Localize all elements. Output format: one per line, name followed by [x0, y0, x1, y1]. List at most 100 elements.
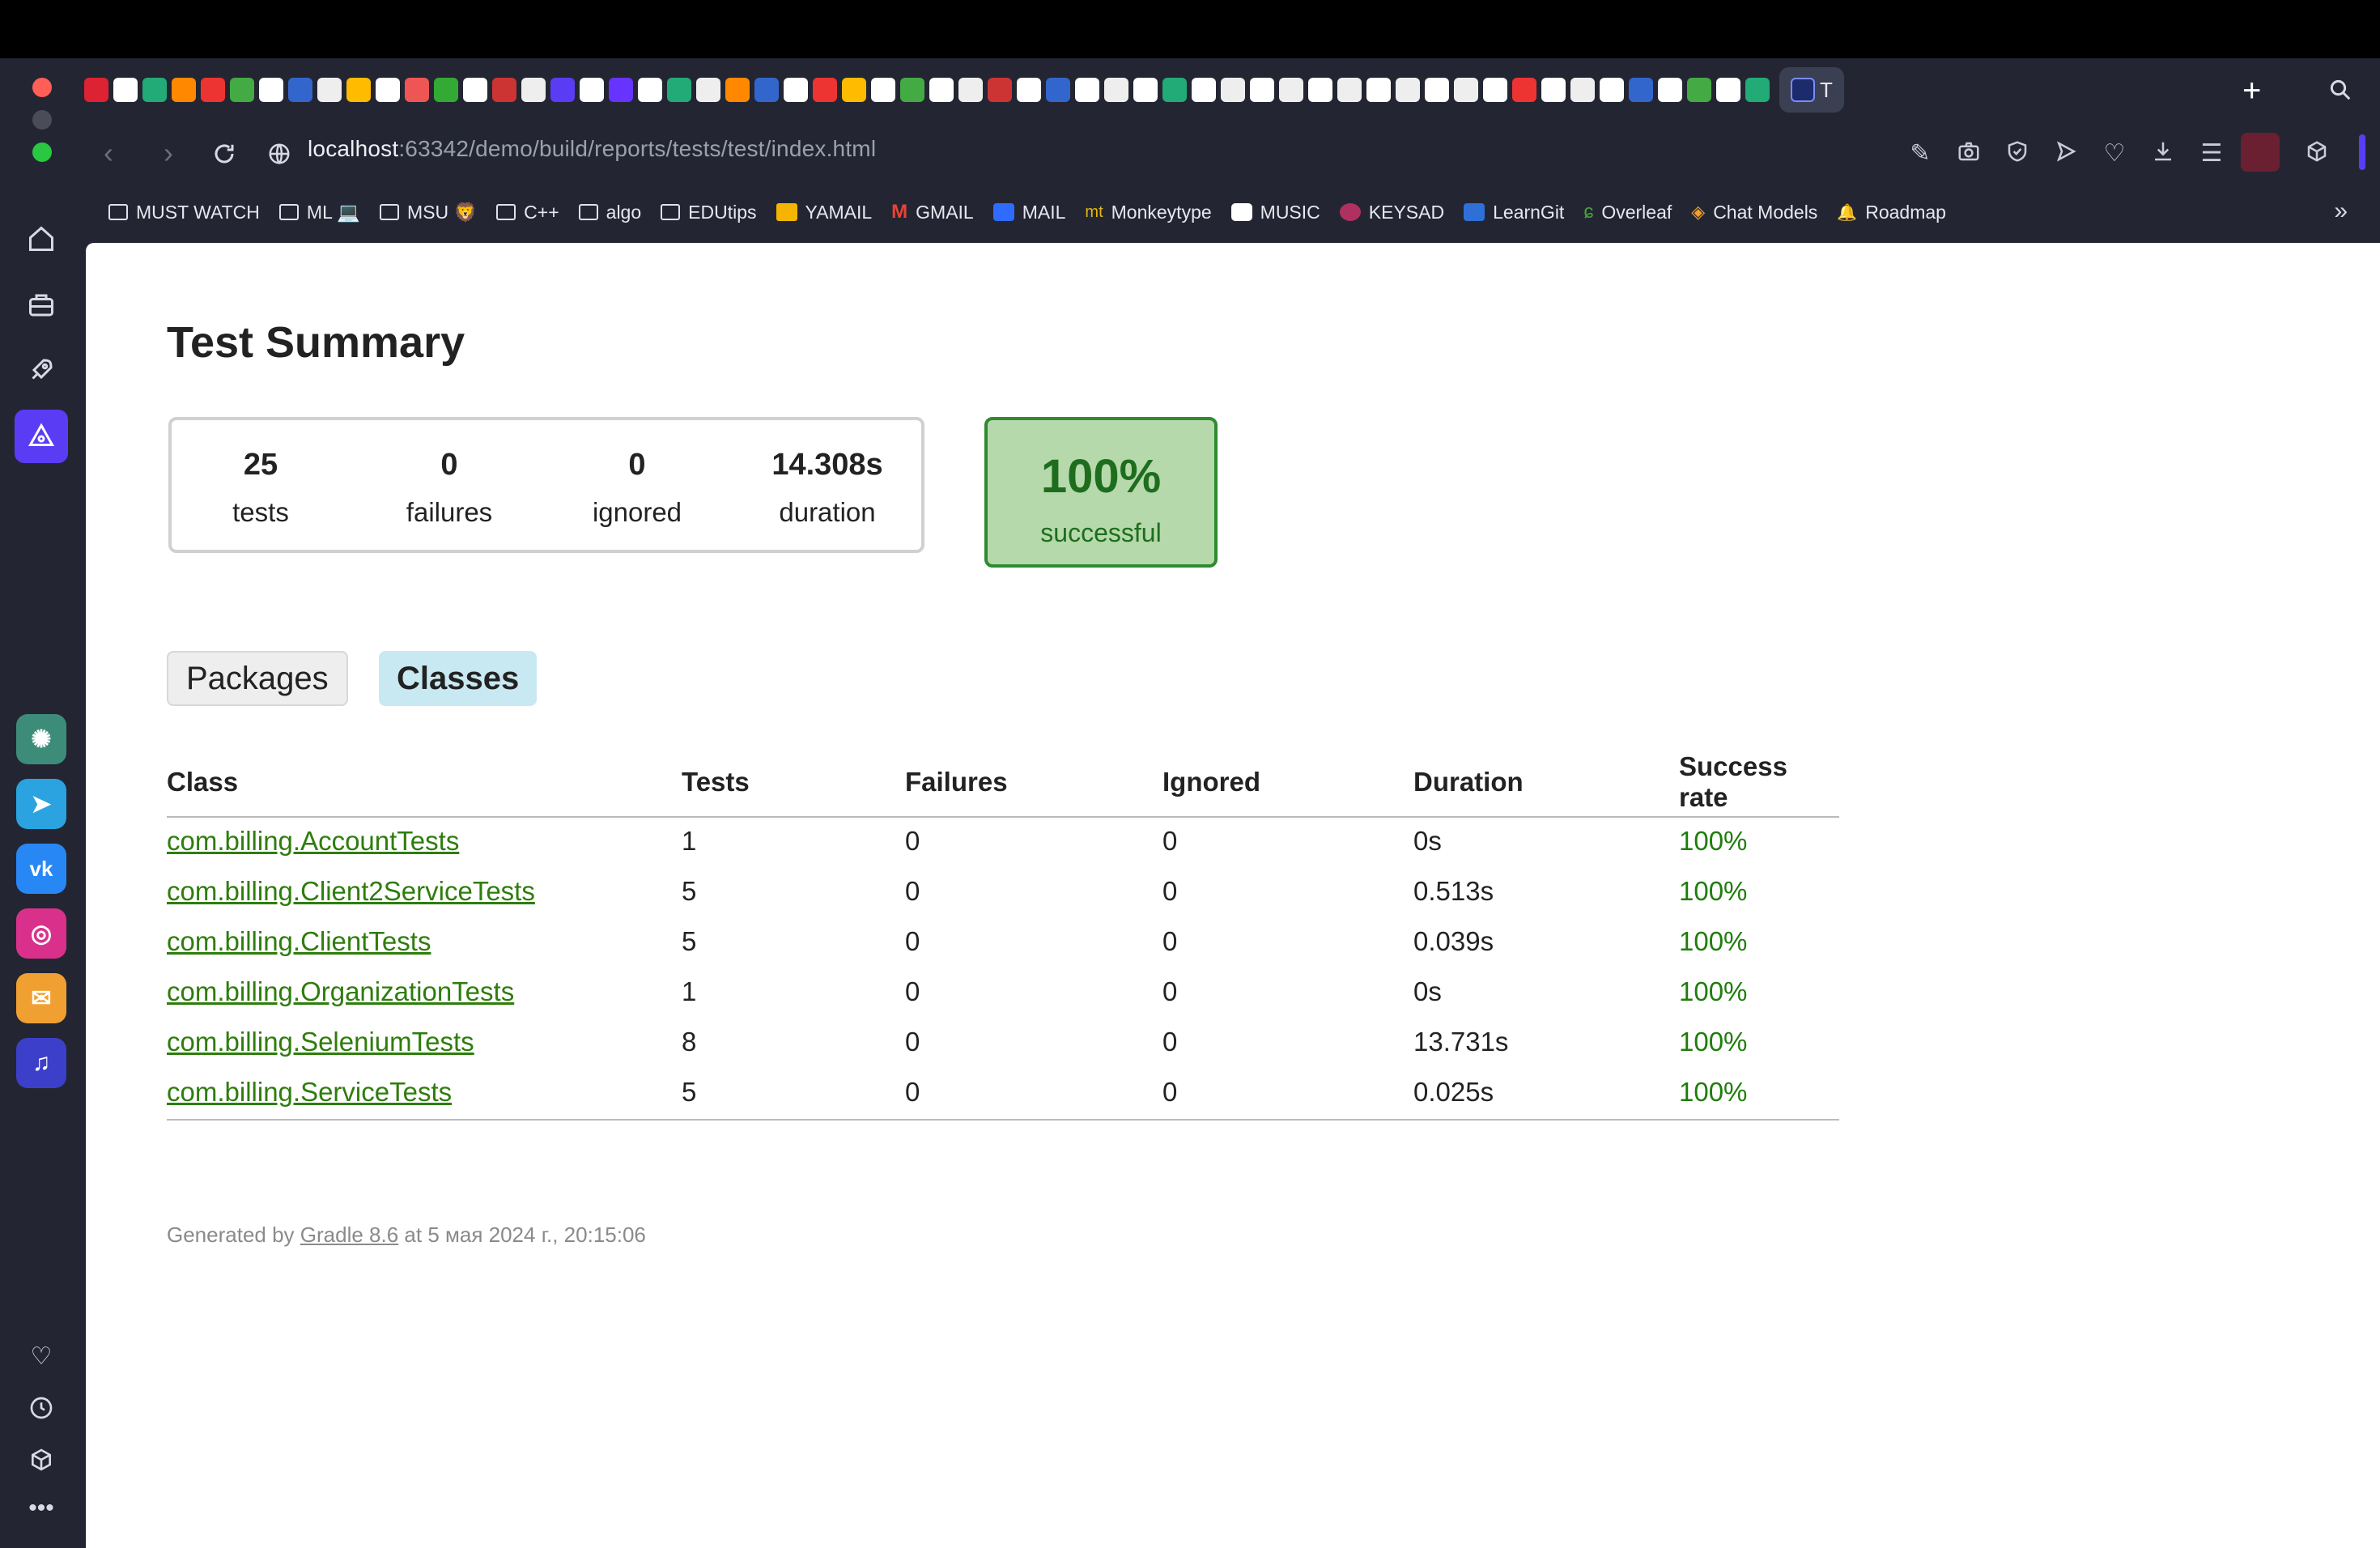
back-arrow-icon[interactable]: ‹ — [104, 136, 113, 170]
tab-favicon[interactable] — [1541, 78, 1566, 102]
site-info-globe-icon[interactable] — [267, 139, 291, 173]
bookmark-gmail[interactable]: M GMAIL — [891, 201, 974, 223]
downloads-icon[interactable] — [2148, 139, 2178, 168]
tab-favicon[interactable] — [1133, 78, 1158, 102]
zoom-window-button[interactable] — [32, 142, 52, 162]
bookmark-keysad[interactable]: KEYSAD — [1339, 202, 1444, 223]
close-window-button[interactable] — [32, 78, 52, 97]
tab-favicon[interactable] — [638, 78, 662, 102]
bookmark-algo[interactable]: algo — [578, 202, 641, 223]
briefcase-icon[interactable] — [15, 279, 68, 332]
tab-favicon[interactable] — [1745, 78, 1770, 102]
chatgpt-icon[interactable]: ✺ — [16, 714, 66, 764]
tab-favicon[interactable] — [929, 78, 954, 102]
tab-favicon[interactable] — [201, 78, 225, 102]
tab-favicon[interactable] — [288, 78, 312, 102]
tab-favicon[interactable] — [958, 78, 983, 102]
tab-favicon[interactable] — [580, 78, 604, 102]
tab-favicon[interactable] — [667, 78, 691, 102]
bookmark-monkeytype[interactable]: mt Monkeytype — [1085, 202, 1211, 223]
tab-favicon[interactable] — [900, 78, 924, 102]
minimize-window-button[interactable] — [32, 110, 52, 130]
bookmark-learngit[interactable]: LearnGit — [1464, 202, 1564, 223]
reload-icon[interactable] — [212, 139, 236, 173]
history-clock-icon[interactable] — [15, 1381, 68, 1435]
profile-avatar[interactable] — [2241, 133, 2280, 172]
tab-favicon[interactable] — [113, 78, 138, 102]
tab-favicon[interactable] — [1337, 78, 1362, 102]
tab-favicon[interactable] — [1162, 78, 1187, 102]
bookmark-cpp[interactable]: C++ — [496, 202, 559, 223]
tab-favicon[interactable] — [842, 78, 866, 102]
bookmark-chat-models[interactable]: ◈ Chat Models — [1691, 202, 1817, 223]
class-link[interactable]: com.billing.ServiceTests — [167, 1077, 452, 1107]
tab-favicon[interactable] — [376, 78, 400, 102]
bookmark-mail[interactable]: MAIL — [992, 202, 1065, 223]
class-link[interactable]: com.billing.ClientTests — [167, 926, 431, 956]
bookmark-msu[interactable]: MSU 🦁 — [380, 202, 477, 223]
aria-ai-icon[interactable] — [15, 410, 68, 463]
tab-favicon[interactable] — [521, 78, 546, 102]
tab-favicon[interactable] — [1017, 78, 1041, 102]
tab-favicon[interactable] — [1512, 78, 1536, 102]
tab-favicon[interactable] — [317, 78, 342, 102]
send-icon[interactable] — [2051, 139, 2080, 168]
tab-favicon[interactable] — [871, 78, 895, 102]
tab-favicon[interactable] — [142, 78, 167, 102]
bookmark-roadmap[interactable]: 🔔 Roadmap — [1837, 202, 1946, 223]
shield-check-icon[interactable] — [2003, 139, 2032, 168]
snapshot-camera-icon[interactable] — [1954, 139, 1983, 168]
easy-setup-menu-icon[interactable]: ☰ — [2197, 139, 2226, 168]
tab-favicon[interactable] — [550, 78, 575, 102]
tab-favicon[interactable] — [1279, 78, 1303, 102]
tab-favicon[interactable] — [1046, 78, 1070, 102]
tab-favicon[interactable] — [1075, 78, 1099, 102]
url-field[interactable]: localhost:63342/demo/build/reports/tests… — [308, 136, 876, 162]
extensions-cube-icon[interactable] — [2302, 139, 2331, 168]
edit-page-icon[interactable]: ✎ — [1906, 139, 1935, 168]
tab-favicon[interactable] — [259, 78, 283, 102]
tab-favicon[interactable] — [696, 78, 720, 102]
tab-favicon[interactable] — [492, 78, 516, 102]
bookmark-must-watch[interactable]: MUST WATCH — [108, 202, 260, 223]
bookmark-yamail[interactable]: YAMAIL — [776, 202, 872, 223]
tab-favicon[interactable] — [434, 78, 458, 102]
heart-icon[interactable]: ♡ — [15, 1329, 68, 1383]
tab-favicon[interactable] — [1570, 78, 1595, 102]
tab-favicon[interactable] — [1250, 78, 1274, 102]
tab-favicon[interactable] — [230, 78, 254, 102]
bookmark-ml[interactable]: ML 💻 — [278, 202, 360, 223]
telegram-icon[interactable]: ➤ — [16, 779, 66, 829]
tab-favicon[interactable] — [1366, 78, 1391, 102]
bookmark-edutips[interactable]: EDUtips — [661, 202, 757, 223]
vk-icon[interactable]: vk — [16, 844, 66, 894]
tab-favicon[interactable] — [84, 78, 108, 102]
tab-favicon[interactable] — [725, 78, 750, 102]
forward-arrow-icon[interactable]: › — [164, 136, 173, 170]
bookmark-music[interactable]: MUSIC — [1230, 202, 1320, 223]
bookmarks-overflow-chevron-icon[interactable]: » — [2334, 198, 2348, 225]
sidebar-toggle-indicator[interactable] — [2359, 134, 2365, 170]
tab-favicon[interactable] — [609, 78, 633, 102]
tab-favicon[interactable] — [1687, 78, 1711, 102]
tab-favicon[interactable] — [405, 78, 429, 102]
my-flow-heart-icon[interactable]: ♡ — [2100, 139, 2129, 168]
tab-favicon[interactable] — [1308, 78, 1332, 102]
tab-favicon[interactable] — [1192, 78, 1216, 102]
tab-favicon[interactable] — [1221, 78, 1245, 102]
instagram-icon[interactable]: ◎ — [16, 908, 66, 959]
tab-favicon[interactable] — [1600, 78, 1624, 102]
tab-favicon[interactable] — [1454, 78, 1478, 102]
cube-icon[interactable] — [15, 1433, 68, 1486]
tab-favicon[interactable] — [784, 78, 808, 102]
tab-favicon[interactable] — [1483, 78, 1507, 102]
more-options-icon[interactable]: ••• — [15, 1482, 68, 1535]
rocket-icon[interactable] — [15, 343, 68, 397]
mail-app-icon[interactable]: ✉ — [16, 973, 66, 1023]
tab-classes[interactable]: Classes — [379, 651, 538, 706]
tab-favicon[interactable] — [1396, 78, 1420, 102]
class-link[interactable]: com.billing.OrganizationTests — [167, 976, 514, 1006]
tab-favicon[interactable] — [1629, 78, 1653, 102]
tab-packages[interactable]: Packages — [167, 651, 348, 706]
class-link[interactable]: com.billing.AccountTests — [167, 826, 459, 856]
